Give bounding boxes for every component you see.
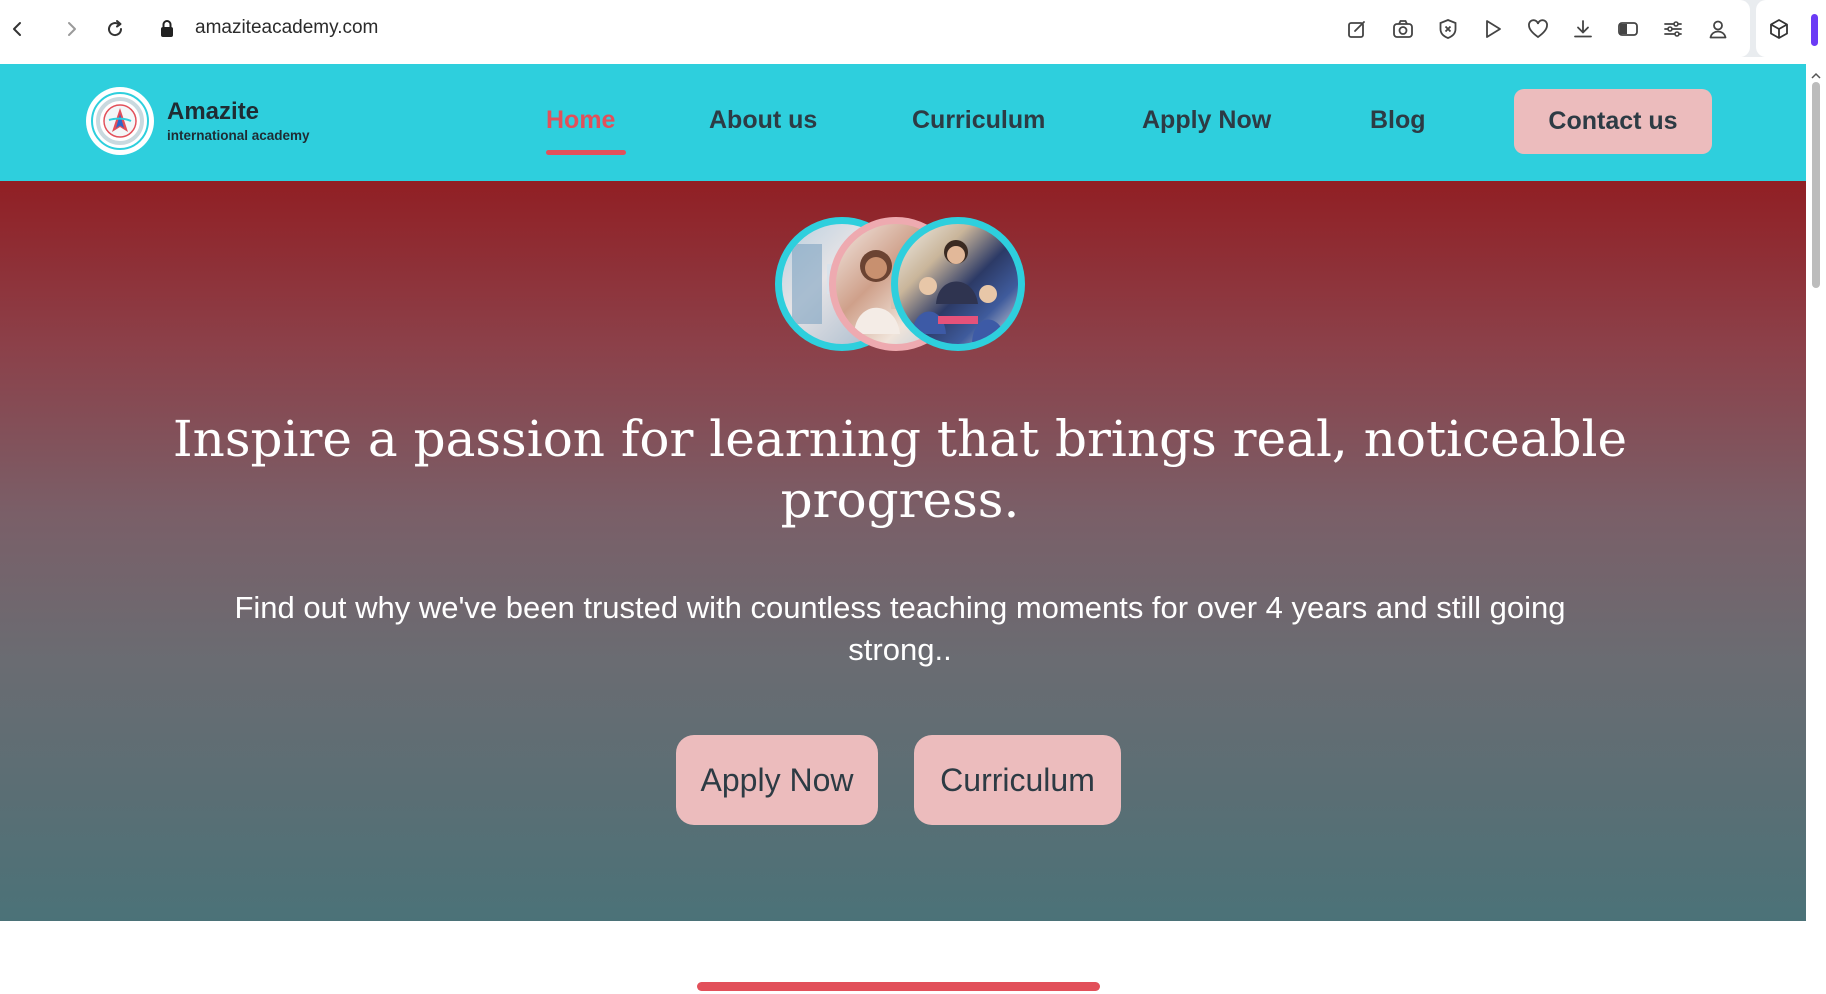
nav-about[interactable]: About us xyxy=(709,106,817,135)
heart-icon[interactable] xyxy=(1525,16,1551,42)
camera-icon[interactable] xyxy=(1390,16,1416,42)
hero-heading: Inspire a passion for learning that brin… xyxy=(172,410,1628,529)
download-icon[interactable] xyxy=(1570,16,1596,42)
brand-name[interactable]: Amazite xyxy=(167,98,259,126)
nav-apply[interactable]: Apply Now xyxy=(1142,106,1271,135)
sidebar-toggle-icon[interactable] xyxy=(1615,16,1641,42)
reload-icon[interactable] xyxy=(101,15,129,43)
hero-apply-button[interactable]: Apply Now xyxy=(676,735,878,825)
nav-home[interactable]: Home xyxy=(546,106,615,135)
back-icon[interactable] xyxy=(3,15,31,43)
browser-toolbar: amaziteacademy.com xyxy=(0,0,1826,57)
section-divider xyxy=(697,982,1100,991)
edit-icon[interactable] xyxy=(1344,16,1370,42)
site-header: Amazite international academy Home About… xyxy=(0,64,1806,181)
forward-icon[interactable] xyxy=(58,15,86,43)
scrollbar-thumb[interactable] xyxy=(1812,82,1820,288)
lock-icon[interactable] xyxy=(153,15,181,43)
profile-icon[interactable] xyxy=(1705,16,1731,42)
address-bar-area: amaziteacademy.com xyxy=(0,0,1750,57)
hero-subheading: Find out why we've been trusted with cou… xyxy=(234,590,1566,667)
play-icon[interactable] xyxy=(1480,16,1506,42)
hero-section: Inspire a passion for learning that brin… xyxy=(0,181,1806,921)
contact-button[interactable]: Contact us xyxy=(1514,89,1712,154)
shield-icon[interactable] xyxy=(1435,16,1461,42)
settings-icon[interactable] xyxy=(1660,16,1686,42)
hero-photo-students xyxy=(891,217,1025,351)
url-text[interactable]: amaziteacademy.com xyxy=(195,17,378,39)
nav-curriculum[interactable]: Curriculum xyxy=(912,106,1045,135)
extensions-area xyxy=(1756,0,1826,57)
hero-curriculum-button[interactable]: Curriculum xyxy=(914,735,1121,825)
profile-accent xyxy=(1811,14,1818,46)
extensions-icon[interactable] xyxy=(1766,16,1792,42)
brand-tagline: international academy xyxy=(167,128,310,143)
scroll-up-icon[interactable] xyxy=(1811,68,1821,79)
academy-logo[interactable] xyxy=(86,87,154,155)
nav-active-indicator xyxy=(546,150,626,155)
nav-blog[interactable]: Blog xyxy=(1370,106,1426,135)
